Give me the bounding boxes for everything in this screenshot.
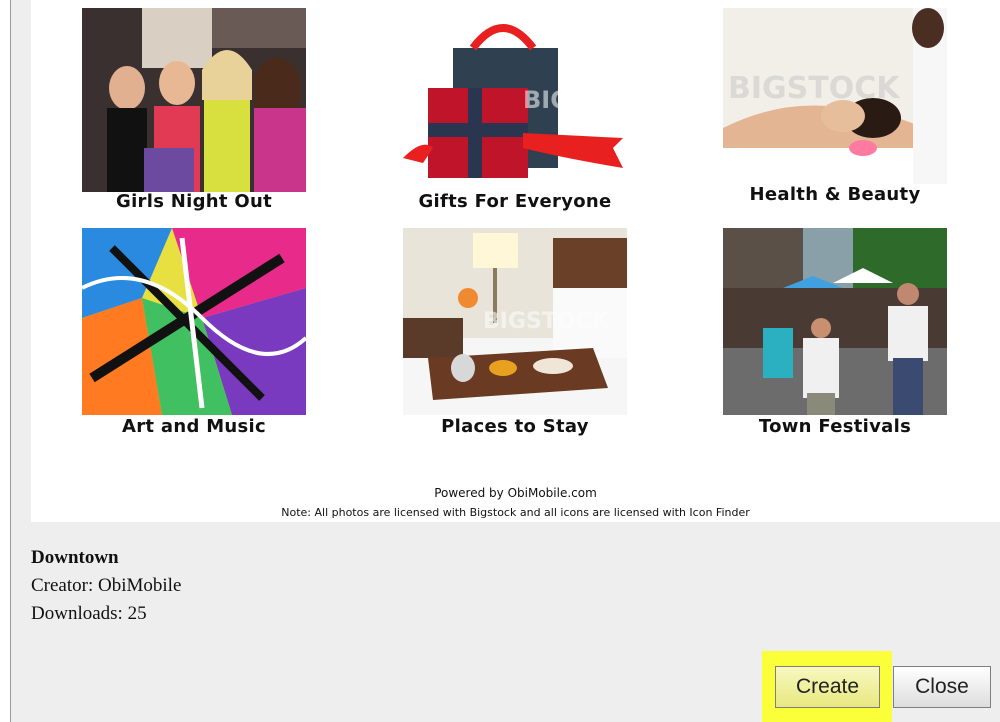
svg-text:BIGSTOCK: BIGSTOCK	[523, 86, 627, 114]
tile-label-art-and-music: Art and Music	[122, 416, 266, 437]
create-button[interactable]: Create	[775, 666, 880, 708]
close-button[interactable]: Close	[893, 666, 991, 708]
downloads-text: Downloads: 25	[31, 603, 147, 624]
tile-label-girls-night-out: Girls Night Out	[116, 191, 272, 212]
tile-label-health-beauty: Health & Beauty	[749, 184, 921, 205]
gifts-image: BIGSTOCK	[403, 8, 627, 192]
town-festivals-image	[723, 228, 947, 415]
creator-text: Creator: ObiMobile	[31, 575, 182, 596]
art-music-image	[82, 228, 306, 415]
template-name: Downtown	[31, 547, 119, 568]
svg-text:BIGSTOCK: BIGSTOCK	[728, 71, 901, 106]
window-left-border	[0, 0, 11, 722]
tile-label-places-to-stay: Places to Stay	[441, 416, 589, 437]
tile-label-gifts-for-everyone: Gifts For Everyone	[418, 191, 612, 212]
tile-label-town-festivals: Town Festivals	[758, 416, 912, 437]
svg-text:BIGSTOCK: BIGSTOCK	[483, 309, 610, 334]
template-info: Downtown Creator: ObiMobile Downloads: 2…	[31, 544, 181, 628]
license-note: Note: All photos are licensed with Bigst…	[281, 506, 750, 519]
powered-by-text: Powered by ObiMobile.com	[434, 486, 597, 500]
health-beauty-image: BIGSTOCK	[723, 8, 947, 184]
girls-night-out-image	[82, 8, 306, 192]
template-preview: Girls Night Out BIGSTOCK Gifts For Every…	[31, 0, 1000, 522]
places-to-stay-image: BIGSTOCK	[403, 228, 627, 415]
